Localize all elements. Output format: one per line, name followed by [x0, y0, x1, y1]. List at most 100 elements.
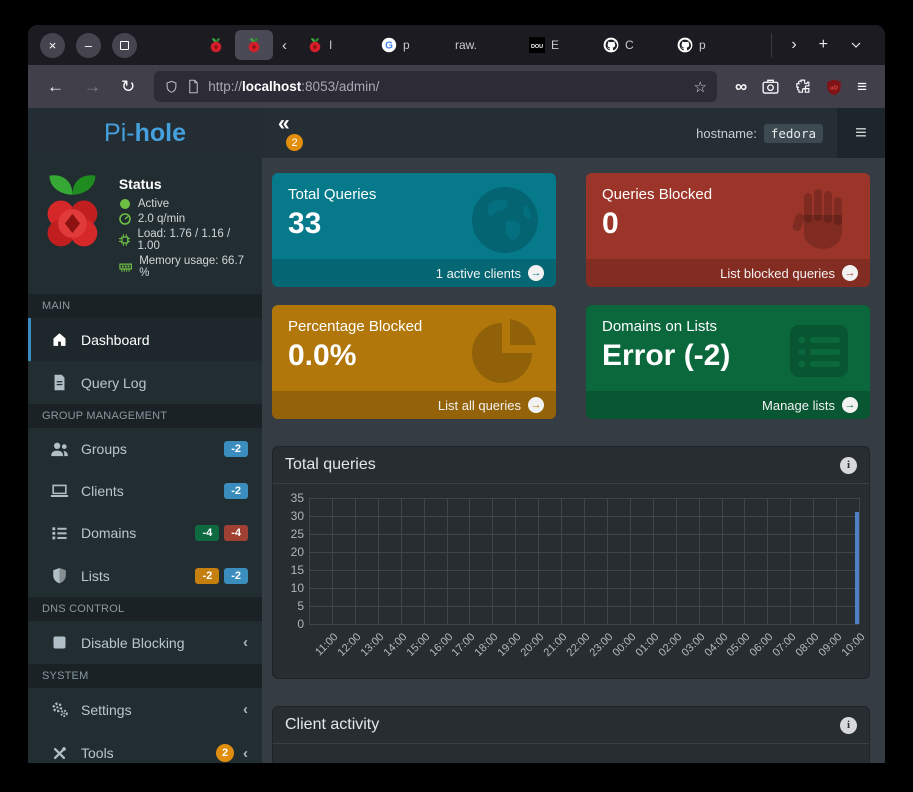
page-info-icon[interactable] [187, 79, 200, 94]
firefox-view-infinity-icon[interactable]: ∞ [735, 77, 747, 97]
summary-cards: Total Queries331 active clients→Queries … [272, 173, 870, 419]
x-tick-label: 05:00 [725, 631, 753, 659]
card-label: Percentage Blocked [272, 305, 556, 335]
v-gridline [767, 498, 768, 624]
menu-section-header-0: MAIN [28, 294, 262, 318]
status-text: Load: 1.76 / 1.16 / 1.00 [137, 228, 252, 252]
client-activity-body [273, 744, 869, 763]
v-gridline [492, 498, 493, 624]
x-tick-label: 14:00 [381, 631, 409, 659]
sidebar-item-groups[interactable]: Groups-2 [28, 428, 262, 470]
sidebar-item-query-log[interactable]: Query Log [28, 361, 262, 404]
dou-favicon: DOU [529, 37, 545, 53]
client-activity-panel-title: Client activity [285, 716, 379, 734]
sidebar-item-tools[interactable]: Tools2‹ [28, 731, 262, 763]
hamburger-icon: ≡ [855, 122, 867, 145]
update-count-badge: 2 [286, 134, 303, 151]
x-tick-label: 03:00 [679, 631, 707, 659]
tab-7[interactable]: p [666, 30, 740, 60]
tab-scroll-right-button[interactable]: › [782, 32, 805, 58]
cpu-icon [119, 234, 131, 246]
logo-zone: Pi-hole [28, 108, 262, 158]
card-queries-blocked: Queries Blocked0List blocked queries→ [586, 173, 870, 287]
svg-text:DOU: DOU [531, 44, 543, 50]
card-footer-link[interactable]: List all queries→ [272, 391, 556, 419]
pihole-app: Pi-hole « 2 hostname: fedora ≡ [28, 108, 885, 763]
card-footer-link[interactable]: Manage lists→ [586, 391, 870, 419]
sidebar-item-domains[interactable]: Domains-4-4 [28, 512, 262, 554]
maximize-button[interactable] [112, 33, 137, 58]
tab-4[interactable]: raw. [444, 30, 518, 60]
card-footer-link[interactable]: List blocked queries→ [586, 259, 870, 287]
tab-dropdown-button[interactable] [841, 35, 871, 55]
tab-1[interactable] [235, 30, 273, 60]
back-button[interactable]: ← [40, 77, 71, 97]
status-block: Status Active2.0 q/minLoad: 1.76 / 1.16 … [28, 158, 262, 294]
v-gridline [515, 498, 516, 624]
browser-menu-icon[interactable]: ≡ [857, 77, 867, 97]
v-gridline [790, 498, 791, 624]
screenshot-camera-icon[interactable] [761, 78, 780, 95]
sidebar-item-label: Lists [81, 568, 110, 584]
count-badge: -2 [224, 441, 248, 457]
status-item-3: Memory usage: 66.7 % [119, 255, 252, 279]
chart-plot-area[interactable] [309, 498, 859, 624]
x-tick-label: 12:00 [335, 631, 363, 659]
menu-item-extras: ‹ [239, 634, 248, 651]
v-gridline [836, 498, 837, 624]
x-tick-label: 09:00 [817, 631, 845, 659]
x-tick-label: 16:00 [427, 631, 455, 659]
sidebar-item-dashboard[interactable]: Dashboard [28, 318, 262, 361]
x-tick-label: 07:00 [771, 631, 799, 659]
v-gridline [699, 498, 700, 624]
sidebar-collapse-button[interactable]: « 2 [278, 112, 290, 136]
app-header: Pi-hole « 2 hostname: fedora ≡ [28, 108, 885, 158]
minimize-button[interactable]: – [76, 33, 101, 58]
v-gridline [630, 498, 631, 624]
status-item-2: Load: 1.76 / 1.16 / 1.00 [119, 228, 252, 252]
count-badge: -4 [195, 525, 219, 541]
chevron-left-icon: ‹ [243, 701, 248, 718]
sidebar-item-settings[interactable]: Settings‹ [28, 688, 262, 731]
bookmark-star-icon[interactable]: ☆ [694, 78, 707, 96]
chevron-left-icon: ‹ [243, 745, 248, 762]
tab-6[interactable]: C [592, 30, 666, 60]
sidebar-item-clients[interactable]: Clients-2 [28, 470, 262, 512]
x-tick-label: 19:00 [496, 631, 524, 659]
shield-icon [49, 567, 69, 584]
card-value: Error (-2) [586, 335, 870, 373]
tab-0[interactable] [197, 30, 235, 60]
toolbar-extensions: ∞ uO ≡ [729, 77, 873, 97]
card-label: Queries Blocked [586, 173, 870, 203]
url-text[interactable]: http://localhost:8053/admin/ [208, 79, 685, 94]
tab-right-controls: › + [771, 33, 871, 57]
info-icon[interactable]: i [840, 457, 857, 474]
tab-5[interactable]: DOUE [518, 30, 592, 60]
svg-text:G: G [385, 41, 393, 52]
memory-icon [119, 261, 132, 273]
sidebar-item-disable-blocking[interactable]: Disable Blocking‹ [28, 621, 262, 664]
sidebar-item-lists[interactable]: Lists-2-2 [28, 554, 262, 597]
status-list: Status Active2.0 q/minLoad: 1.76 / 1.16 … [119, 168, 252, 282]
close-button[interactable]: × [40, 33, 65, 58]
y-tick-label: 25 [291, 527, 304, 541]
new-tab-button[interactable]: + [810, 32, 837, 58]
reload-button[interactable]: ↻ [114, 77, 142, 97]
ublock-origin-icon[interactable]: uO [825, 78, 843, 96]
laptop-icon [49, 483, 69, 499]
file-icon [49, 374, 69, 391]
info-icon[interactable]: i [840, 717, 857, 734]
forward-button[interactable]: → [77, 77, 108, 97]
v-gridline [584, 498, 585, 624]
browser-tabstrip: ×– ‹IGpraw.DOUECp › + [28, 25, 885, 65]
extensions-puzzle-icon[interactable] [794, 78, 811, 95]
tab-2[interactable]: I [296, 30, 370, 60]
tab-scroll-left-button[interactable]: ‹ [273, 37, 296, 54]
app-menu-button[interactable]: ≡ [837, 108, 885, 158]
y-tick-label: 20 [291, 545, 304, 559]
tracking-shield-icon[interactable] [164, 79, 179, 95]
card-footer-link[interactable]: 1 active clients→ [272, 259, 556, 287]
tab-3[interactable]: Gp [370, 30, 444, 60]
url-bar[interactable]: http://localhost:8053/admin/ ☆ [154, 71, 717, 102]
query-bar[interactable] [855, 512, 859, 624]
